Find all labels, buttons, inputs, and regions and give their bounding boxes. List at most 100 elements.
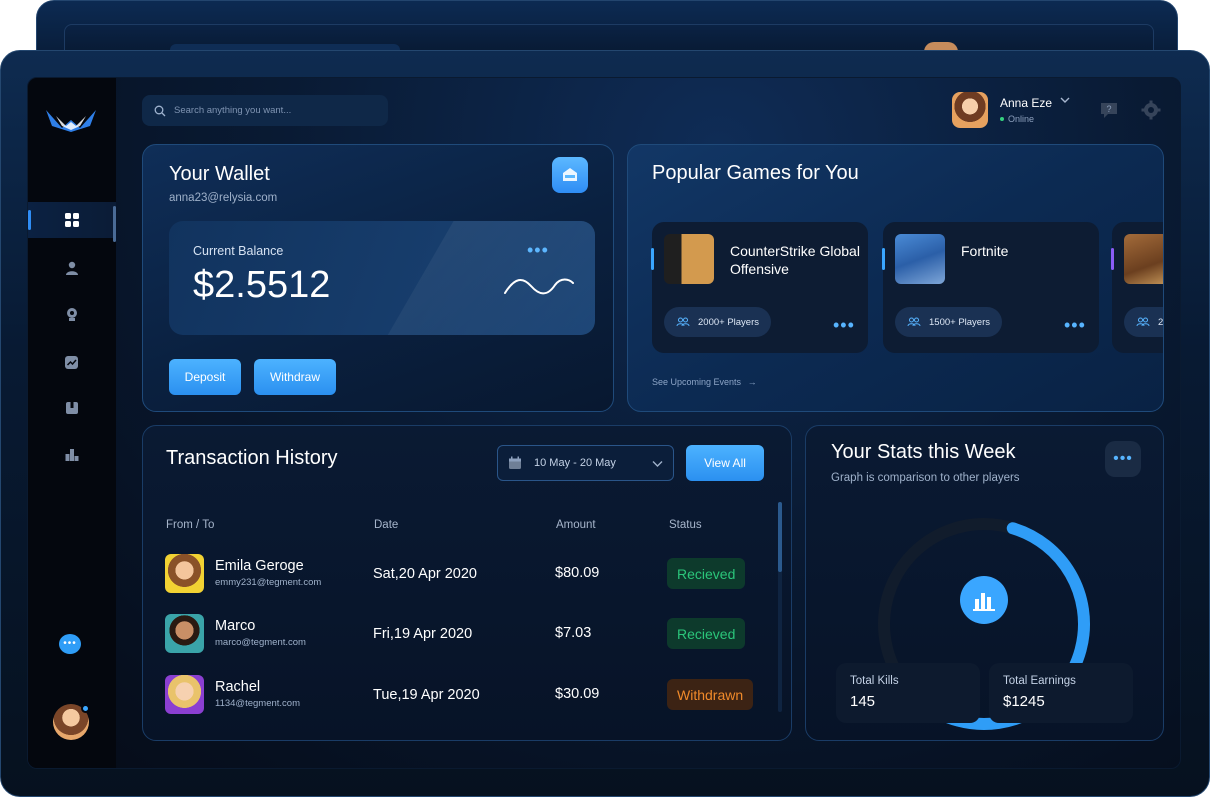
profile-status-text: Online [1008, 114, 1035, 124]
chat-icon[interactable]: ••• [59, 634, 81, 654]
earnings-label: Total Earnings [1003, 675, 1076, 687]
nav-store[interactable] [28, 390, 116, 426]
games-title: Popular Games for You [652, 162, 859, 184]
deposit-button[interactable]: Deposit [169, 359, 241, 395]
table-row[interactable]: Rachel 1134@tegment.com Tue,19 Apr 2020 … [143, 675, 773, 735]
more-options-icon[interactable]: ••• [1064, 316, 1086, 334]
see-events-link[interactable]: See Upcoming Events → [652, 377, 757, 387]
nav-dashboard[interactable] [28, 202, 116, 242]
players-count: 1500+ Players [929, 316, 990, 328]
avatar [165, 554, 204, 593]
scrollbar-thumb[interactable] [778, 502, 782, 572]
row-name: Marco [215, 618, 256, 634]
game-thumbnail [664, 234, 714, 284]
more-options-button[interactable]: ••• [1105, 441, 1141, 477]
users-icon [1136, 317, 1150, 327]
nav-analytics[interactable] [28, 344, 116, 380]
date-range-picker[interactable]: 10 May - 20 May [497, 445, 674, 481]
chart-icon [65, 356, 78, 369]
wallet-title: Your Wallet [169, 163, 270, 185]
box-icon [66, 402, 78, 414]
more-options-icon: ••• [1113, 450, 1133, 467]
transactions-title: Transaction History [166, 447, 338, 469]
wave-icon [504, 278, 574, 295]
total-earnings-box: Total Earnings $1245 [989, 663, 1133, 723]
balance-label: Current Balance [193, 244, 284, 258]
column-header: Amount [556, 519, 596, 531]
game-name: Fortnite [961, 243, 1009, 259]
row-email: emmy231@tegment.com [215, 577, 322, 588]
earnings-value: $1245 [1003, 693, 1045, 710]
bar-chart-icon [960, 576, 1008, 624]
see-events-label: See Upcoming Events [652, 377, 742, 387]
column-header: From / To [166, 519, 215, 531]
game-accent-bar [882, 248, 885, 270]
table-row[interactable]: Emila Geroge emmy231@tegment.com Sat,20 … [143, 554, 773, 614]
nav-awards[interactable] [28, 296, 116, 332]
wallet-email: anna23@relysia.com [169, 192, 278, 204]
dashboard-app: ••• Anna Eze Online ? [27, 77, 1181, 769]
svg-text:?: ? [1106, 104, 1111, 114]
user-icon [66, 261, 78, 275]
popular-games-card: Popular Games for You CounterStrike Glob… [627, 144, 1164, 412]
row-name: Rachel [215, 679, 261, 695]
badge-icon [67, 308, 77, 321]
status-badge: Recieved [667, 558, 746, 589]
sidebar: ••• [28, 78, 116, 768]
players-pill[interactable]: 2000+ Players [664, 307, 771, 337]
user-profile[interactable]: Anna Eze Online [952, 92, 1082, 130]
stats-card: Your Stats this Week Graph is comparison… [805, 425, 1164, 741]
more-options-icon[interactable]: ••• [527, 241, 549, 259]
game-name: CounterStrike Global Offensive [730, 243, 860, 277]
balance-value: $2.5512 [193, 264, 331, 306]
balance-card: Current Balance $2.5512 ••• [169, 221, 595, 335]
online-dot [1000, 117, 1004, 121]
players-pill[interactable]: 20 [1124, 307, 1164, 337]
game-card[interactable]: CounterStrike Global Offensive 2000+ Pla… [651, 222, 868, 353]
arrow-right-icon: → [747, 377, 757, 387]
search-input[interactable] [174, 105, 374, 116]
search-icon [154, 105, 166, 116]
row-amount: $80.09 [555, 565, 600, 581]
game-card[interactable]: Fortnite 1500+ Players ••• [882, 222, 1099, 353]
withdraw-button[interactable]: Withdraw [254, 359, 336, 395]
more-options-icon[interactable]: ••• [833, 316, 855, 334]
game-accent-bar [1111, 248, 1114, 270]
kills-label: Total Kills [850, 675, 899, 687]
screenshot-stage: ••• Anna Eze Online ? [0, 0, 1217, 797]
podium-icon [65, 449, 79, 461]
sidebar-avatar[interactable] [53, 704, 90, 740]
players-count: 2000+ Players [698, 316, 759, 328]
column-header: Status [669, 519, 702, 531]
row-amount: $30.09 [555, 686, 600, 702]
game-thumbnail [895, 234, 945, 284]
gear-icon[interactable] [1140, 99, 1162, 121]
logo-icon[interactable] [44, 106, 98, 136]
profile-status: Online [1000, 114, 1034, 124]
game-thumbnail [1124, 234, 1163, 284]
search-bar[interactable] [142, 95, 388, 126]
total-kills-box: Total Kills 145 [836, 663, 980, 723]
players-count: 20 [1158, 316, 1164, 328]
table-row[interactable]: Marco marco@tegment.com Fri,19 Apr 2020 … [143, 614, 773, 674]
transaction-history-card: Transaction History 10 May - 20 May View… [142, 425, 792, 741]
nav-profile[interactable] [28, 250, 116, 286]
row-email: 1134@tegment.com [215, 698, 300, 709]
avatar[interactable] [952, 92, 988, 128]
wallet-icon[interactable] [552, 157, 588, 193]
view-all-button[interactable]: View All [686, 445, 764, 481]
nav-leaderboard[interactable] [28, 436, 116, 472]
status-badge: Recieved [667, 618, 746, 649]
game-card[interactable]: 20 [1111, 222, 1164, 353]
grid-icon [65, 213, 79, 227]
profile-name: Anna Eze [1000, 96, 1053, 110]
game-accent-bar [651, 248, 654, 270]
wallet-card: Your Wallet anna23@relysia.com Current B… [142, 144, 614, 412]
calendar-icon [509, 456, 521, 469]
chevron-down-icon [652, 461, 663, 467]
date-range-text: 10 May - 20 May [534, 457, 616, 469]
chevron-down-icon[interactable] [1060, 96, 1070, 104]
help-icon[interactable]: ? [1098, 99, 1120, 121]
avatar [165, 614, 204, 653]
players-pill[interactable]: 1500+ Players [895, 307, 1002, 337]
